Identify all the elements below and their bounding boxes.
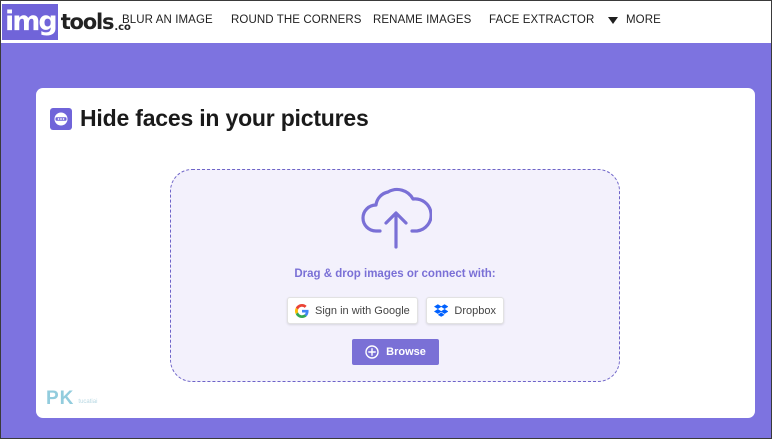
sign-in-google-button[interactable]: Sign in with Google <box>287 297 418 324</box>
nav-blur-an-image[interactable]: BLUR AN IMAGE <box>122 14 213 26</box>
dropbox-icon <box>434 304 449 317</box>
page-title: Hide faces in your pictures <box>80 105 369 131</box>
google-button-label: Sign in with Google <box>315 304 410 317</box>
nav-rename-images[interactable]: RENAME IMAGES <box>373 14 471 26</box>
logo-tools-text: tools <box>60 10 115 34</box>
watermark-sub: tucatiai <box>78 399 98 405</box>
nav-more-label: MORE <box>626 14 661 26</box>
imgtools-logo[interactable]: img tools .co <box>2 4 131 40</box>
cloud-upload-icon <box>361 187 432 249</box>
dropzone-prompt: Drag & drop images or connect with: <box>294 268 496 280</box>
face-mask-icon <box>50 107 72 130</box>
nav-more-menu[interactable]: MORE <box>608 14 661 26</box>
plus-circle-icon <box>365 345 379 359</box>
dropbox-button[interactable]: Dropbox <box>426 297 504 324</box>
watermark-mark: PK <box>46 388 75 409</box>
upload-dropzone[interactable]: Drag & drop images or connect with: Sign… <box>170 169 620 382</box>
nav-face-extractor[interactable]: FACE EXTRACTOR <box>489 14 594 26</box>
browse-button-label: Browse <box>386 346 426 358</box>
google-icon <box>295 303 309 318</box>
site-watermark: PK tucatiai <box>46 388 97 410</box>
caret-down-icon <box>608 16 618 24</box>
tool-card: Hide faces in your pictures Drag & drop … <box>36 88 755 418</box>
title-row: Hide faces in your pictures <box>50 105 369 132</box>
dropbox-button-label: Dropbox <box>454 304 496 317</box>
top-header: img tools .co BLUR AN IMAGE ROUND THE CO… <box>0 0 772 43</box>
nav-round-the-corners[interactable]: ROUND THE CORNERS <box>231 14 362 26</box>
logo-img-mark: img <box>2 4 58 40</box>
browse-button[interactable]: Browse <box>352 339 439 365</box>
